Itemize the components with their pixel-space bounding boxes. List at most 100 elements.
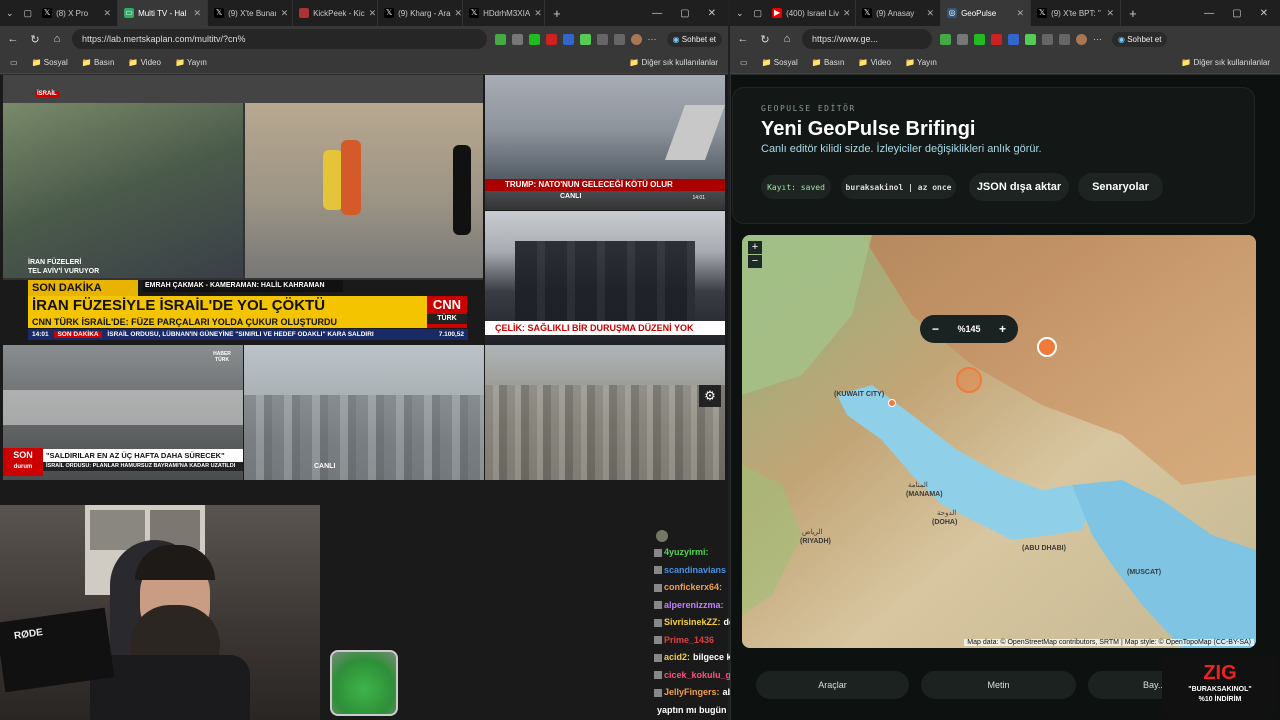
copilot-chat-button[interactable]: ◉ Sohbet et [1112,31,1168,47]
favorite-icon[interactable] [613,33,625,45]
profile-avatar[interactable] [630,33,642,45]
tab-kickpeek[interactable]: KickPeek - Kic ✕ [293,0,379,26]
video-tile-trump[interactable]: CANLI TRUMP: NATO'NUN GELECEĞİ KÖTÜ OLUR… [485,75,725,210]
video-tile-celik[interactable]: ÇELİK: SAĞLIKLI BİR DURUŞMA DÜZENİ YOK [485,211,725,345]
bookmark-folder-other[interactable]: 📁 Diğer sık kullanılanlar [1181,58,1270,67]
minimize-icon[interactable]: — [652,8,662,19]
reload-icon[interactable]: ↻ [758,33,772,46]
close-tab-icon[interactable]: ✕ [927,8,935,19]
map-marker-icon[interactable] [1037,337,1057,357]
chat-username[interactable]: JellyFingers: [664,687,720,697]
close-tab-icon[interactable]: ✕ [534,8,542,19]
reload-icon[interactable]: ↻ [28,33,42,46]
bookmark-folder-yayin[interactable]: 📁 Yayın [175,58,207,67]
tab-menu-icon[interactable]: ⌄ [730,8,750,19]
tab-menu-icon[interactable]: ⌄ [0,8,20,19]
chat-username[interactable]: scandinavians [664,565,726,575]
more-icon[interactable]: ⋯ [648,34,659,45]
extension-icon[interactable] [974,33,985,45]
bookmark-folder-basin[interactable]: 📁 Basın [82,58,115,67]
scenarios-button[interactable]: Senaryolar [1078,173,1163,201]
home-icon[interactable]: ⌂ [780,33,794,45]
copilot-chat-button[interactable]: ◉ Sohbet et [666,31,722,47]
tab-israel-live[interactable]: ▶ (400) Israel Liv ✕ [766,0,857,26]
chat-username[interactable]: Prime_1436 [664,635,714,645]
tab-kharg[interactable]: 𝕏 (9) Kharg - Ara ✕ [378,0,464,26]
zoom-plus-button[interactable]: + [999,322,1006,336]
tab-x-bpt[interactable]: 𝕏 (9) X'te BPT: " ✕ [1031,0,1122,26]
text-tab[interactable]: Metin [921,671,1076,699]
bookmark-folder-yayin[interactable]: 📁 Yayın [905,58,937,67]
split-view-icon[interactable] [596,33,608,45]
close-tab-icon[interactable]: ✕ [369,8,377,19]
zoom-out-icon[interactable]: − [748,255,762,268]
extension-icon[interactable] [940,33,951,45]
settings-gear-icon[interactable]: ⚙ [699,385,721,407]
bookmark-folder-other[interactable]: 📁 Diğer sık kullanılanlar [629,58,718,67]
workspaces-icon[interactable]: ▢ [20,8,37,19]
tab-hddrhm[interactable]: 𝕏 HDdrhM3XIA ✕ [463,0,546,26]
close-tab-icon[interactable]: ✕ [1107,8,1115,19]
extension-icon[interactable] [579,33,591,45]
tab-multitv[interactable]: ▭ Multi TV - Hal ✕ [118,0,209,26]
extension-icon[interactable] [494,33,506,45]
bookmark-folder-sosyal[interactable]: 📁 Sosyal [32,58,68,67]
chat-username[interactable]: confickerx64: [664,582,722,592]
bookmark-folder-basin[interactable]: 📁 Basın [812,58,845,67]
tab-x-pro[interactable]: 𝕏 (8) X Pro ✕ [36,0,119,26]
chat-username[interactable]: SivrisinekZZ: [664,617,721,627]
new-tab-icon[interactable]: + [1121,6,1145,21]
extension-icon[interactable] [1008,33,1019,45]
bookmark-folder-sosyal[interactable]: 📁 Sosyal [762,58,798,67]
chat-username[interactable]: 4yuzyirmi: [664,547,709,557]
tools-tab[interactable]: Araçlar [756,671,909,699]
map-marker-icon[interactable] [956,367,982,393]
close-tab-icon[interactable]: ✕ [843,8,851,19]
close-tab-icon[interactable]: ✕ [281,8,289,19]
url-input[interactable]: https://www.ge... [802,29,932,49]
video-tile-city-aerial[interactable]: ⚙ [485,345,725,480]
maximize-icon[interactable]: ▢ [1232,8,1241,19]
extension-icon[interactable] [528,33,540,45]
chat-username[interactable]: acid2: [664,652,690,662]
close-window-icon[interactable]: ✕ [708,8,716,19]
maximize-icon[interactable]: ▢ [680,8,689,19]
video-tile-tel-aviv-skyline[interactable]: CANLI [244,345,484,480]
video-tile-israel-street[interactable]: İSRAİL İRAN FÜZELERİ TEL AVİV'İ VURUYOR [3,75,483,280]
zoom-in-icon[interactable]: + [748,241,762,254]
sidebar-toggle-icon[interactable]: ▭ [10,58,18,67]
tab-anasay[interactable]: 𝕏 (9) Anasay ✕ [856,0,942,26]
workspaces-icon[interactable]: ▢ [750,8,767,19]
extension-icon[interactable] [991,33,1002,45]
map-marker-icon[interactable] [888,399,896,407]
new-tab-icon[interactable]: + [545,6,569,21]
favorite-icon[interactable] [1059,33,1070,45]
minimize-icon[interactable]: — [1204,8,1214,19]
extension-icon[interactable] [1025,33,1036,45]
url-input[interactable]: https://lab.mertskaplan.com/multitv/?cn% [72,29,487,49]
export-json-button[interactable]: JSON dışa aktar [969,173,1069,201]
extension-icon[interactable] [511,33,523,45]
chat-username[interactable]: alperenizzma: [664,600,724,610]
close-tab-icon[interactable]: ✕ [194,8,202,19]
more-icon[interactable]: ⋯ [1093,34,1104,45]
extension-icon[interactable] [957,33,968,45]
profile-avatar[interactable] [1076,33,1087,45]
back-icon[interactable]: ← [736,33,750,45]
video-tile-haberturk[interactable]: HABER TÜRK SON durum "SALDIRILAR EN AZ Ü… [3,345,243,480]
sidebar-toggle-icon[interactable]: ▭ [740,58,748,67]
topo-map[interactable]: + − − %145 + (KUWAIT CITY) (MANAMA) (DOH… [742,235,1256,648]
close-tab-icon[interactable]: ✕ [455,8,463,19]
bookmark-folder-video[interactable]: 📁 Video [858,58,891,67]
tab-geopulse[interactable]: ◎ GeoPulse ✕ [941,0,1032,26]
back-icon[interactable]: ← [6,33,20,45]
close-window-icon[interactable]: ✕ [1260,8,1268,19]
close-tab-icon[interactable]: ✕ [104,8,112,19]
home-icon[interactable]: ⌂ [50,33,64,45]
bookmark-folder-video[interactable]: 📁 Video [128,58,161,67]
zoom-minus-button[interactable]: − [932,322,939,336]
close-tab-icon[interactable]: ✕ [1017,8,1025,19]
tab-x-bunai[interactable]: 𝕏 (9) X'te Bunaı ✕ [208,0,294,26]
split-view-icon[interactable] [1042,33,1053,45]
extension-icon[interactable] [562,33,574,45]
